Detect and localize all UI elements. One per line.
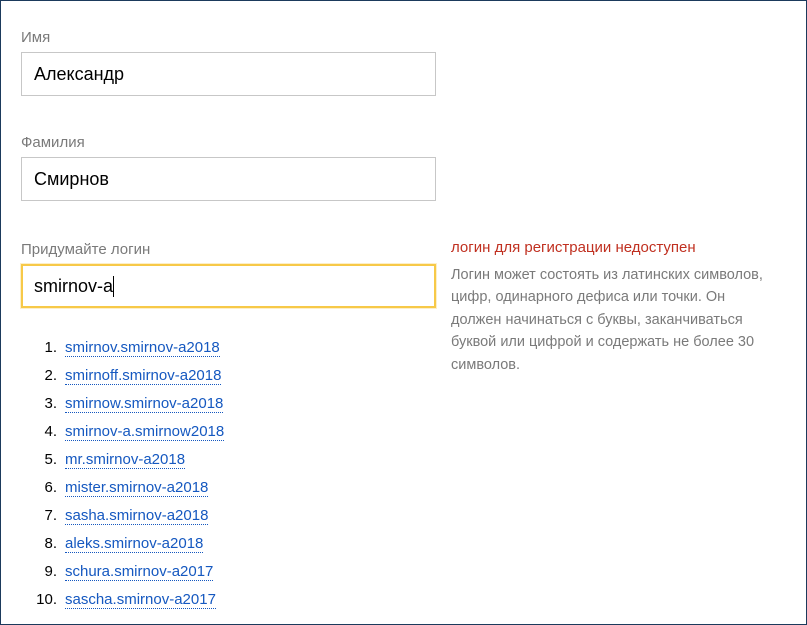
login-suggestion-link[interactable]: mister.smirnov-a2018 xyxy=(65,479,208,497)
login-suggestion-item: sasha.smirnov-a2018 xyxy=(35,502,441,530)
login-suggestion-link[interactable]: mr.smirnov-a2018 xyxy=(65,451,185,469)
login-suggestion-link[interactable]: smirnov-a.smirnow2018 xyxy=(65,423,224,441)
login-suggestion-link[interactable]: schura.smirnov-a2017 xyxy=(65,563,213,581)
login-input-value: smirnov-a xyxy=(34,266,113,306)
login-suggestions-list: smirnov.smirnov-a2018 smirnoff.smirnov-a2… xyxy=(35,334,441,614)
login-label: Придумайте логин xyxy=(21,241,441,258)
text-caret-icon xyxy=(113,276,114,297)
login-suggestion-link[interactable]: smirnov.smirnov-a2018 xyxy=(65,339,220,357)
login-suggestion-item: smirnov.smirnov-a2018 xyxy=(35,334,441,362)
login-suggestion-item: smirnoff.smirnov-a2018 xyxy=(35,362,441,390)
login-suggestion-item: mister.smirnov-a2018 xyxy=(35,474,441,502)
first-name-label: Имя xyxy=(21,29,441,46)
last-name-input[interactable] xyxy=(21,157,436,201)
login-suggestion-link[interactable]: smirnow.smirnov-a2018 xyxy=(65,395,223,413)
login-suggestion-link[interactable]: smirnoff.smirnov-a2018 xyxy=(65,367,221,385)
login-suggestion-item: sascha.smirnov-a2017 xyxy=(35,586,441,614)
login-suggestion-item: schura.smirnov-a2017 xyxy=(35,558,441,586)
login-suggestion-item: smirnow.smirnov-a2018 xyxy=(35,390,441,418)
hint-column: логин для регистрации недоступен Логин м… xyxy=(441,9,771,376)
login-input[interactable]: smirnov-a xyxy=(21,264,436,308)
last-name-label: Фамилия xyxy=(21,134,441,151)
login-suggestion-item: mr.smirnov-a2018 xyxy=(35,446,441,474)
login-suggestion-link[interactable]: sasha.smirnov-a2018 xyxy=(65,507,208,525)
first-name-input[interactable] xyxy=(21,52,436,96)
login-suggestion-link[interactable]: aleks.smirnov-a2018 xyxy=(65,535,203,553)
login-suggestion-item: aleks.smirnov-a2018 xyxy=(35,530,441,558)
login-hint-text: Логин может состоять из латинских символ… xyxy=(451,264,776,376)
form-column: Имя Фамилия Придумайте логин smirnov-a s… xyxy=(1,9,441,614)
login-error-title: логин для регистрации недоступен xyxy=(451,239,771,256)
login-suggestion-item: smirnov-a.smirnow2018 xyxy=(35,418,441,446)
login-suggestion-link[interactable]: sascha.smirnov-a2017 xyxy=(65,591,216,609)
registration-form: Имя Фамилия Придумайте логин smirnov-a s… xyxy=(0,0,807,625)
